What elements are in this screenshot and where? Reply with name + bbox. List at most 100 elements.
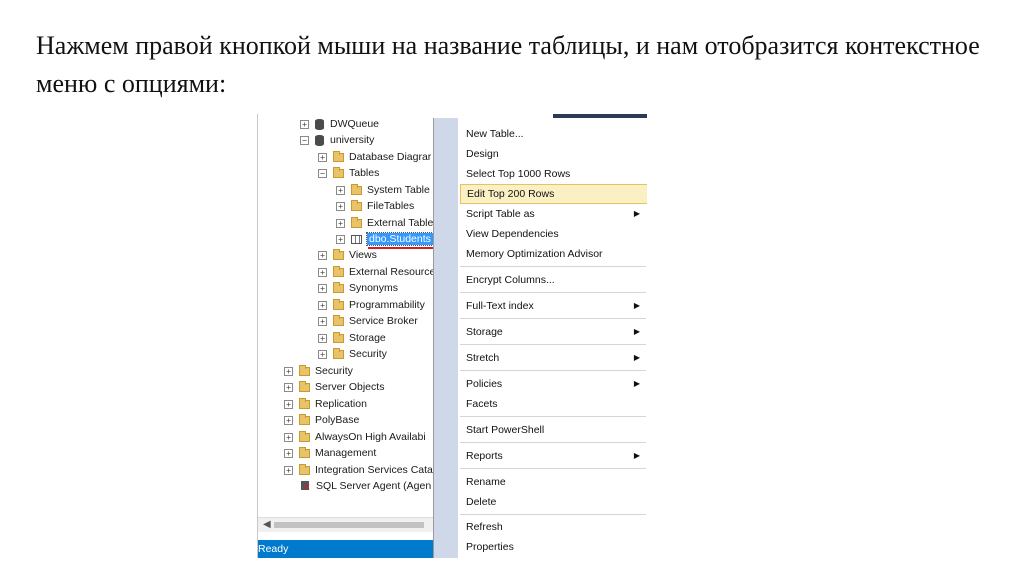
menu-item-label: Edit Top 200 Rows: [467, 188, 555, 200]
expand-icon[interactable]: +: [318, 283, 327, 293]
tree-node-dwqueue[interactable]: + DWQueue: [300, 116, 379, 132]
menu-separator: [460, 318, 646, 319]
expand-icon[interactable]: +: [336, 234, 345, 244]
expand-icon[interactable]: +: [336, 185, 345, 195]
tree-node-label: Security: [349, 348, 387, 360]
scroll-left-icon[interactable]: ◀: [263, 519, 271, 530]
menu-item-design[interactable]: Design: [458, 144, 647, 164]
slide-text: Нажмем правой кнопкой мыши на название т…: [36, 31, 980, 98]
tree-node-tables[interactable]: − Tables: [318, 165, 379, 181]
expand-icon[interactable]: +: [284, 465, 293, 475]
menu-item-label: Storage: [466, 326, 503, 338]
folder-icon: [299, 430, 310, 442]
expand-icon[interactable]: +: [284, 382, 293, 392]
expand-icon[interactable]: +: [318, 349, 327, 359]
submenu-arrow-icon: ▶: [633, 451, 640, 460]
menu-item-full-text-index[interactable]: Full-Text index ▶: [458, 296, 647, 316]
menu-separator: [460, 416, 646, 417]
menu-item-reports[interactable]: Reports ▶: [458, 446, 647, 466]
expand-icon[interactable]: +: [318, 250, 327, 260]
folder-icon: [299, 413, 310, 425]
tree-node-synonyms[interactable]: + Synonyms: [318, 280, 398, 296]
menu-item-view-dependencies[interactable]: View Dependencies: [458, 224, 647, 244]
tree-node-university[interactable]: − university: [300, 132, 374, 148]
collapse-icon[interactable]: −: [318, 168, 327, 178]
menu-separator: [460, 266, 646, 267]
menu-separator: [460, 344, 646, 345]
menu-item-label: Policies: [466, 378, 503, 390]
tree-node-label: System Table: [367, 184, 430, 196]
expand-icon[interactable]: +: [284, 366, 293, 376]
menu-item-storage[interactable]: Storage ▶: [458, 322, 647, 342]
tree-node-label: Database Diagrar: [349, 151, 432, 163]
expand-icon[interactable]: +: [284, 415, 293, 425]
tree-node-polybase[interactable]: + PolyBase: [284, 412, 359, 428]
menu-item-facets[interactable]: Facets: [458, 394, 647, 414]
tree-node-system-tables[interactable]: + System Table: [336, 182, 430, 198]
menu-item-policies[interactable]: Policies ▶: [458, 374, 647, 394]
tree-node-external-resources[interactable]: + External Resource: [318, 264, 435, 280]
tree-node-security[interactable]: + Security: [284, 363, 353, 379]
expand-icon[interactable]: +: [318, 152, 327, 162]
menu-item-start-powershell[interactable]: Start PowerShell: [458, 420, 647, 440]
expand-icon[interactable]: +: [336, 218, 345, 228]
tree-node-service-broker[interactable]: + Service Broker: [318, 313, 418, 329]
tree-node-server-objects[interactable]: + Server Objects: [284, 379, 384, 395]
folder-icon: [351, 199, 362, 211]
menu-item-label: Full-Text index: [466, 300, 534, 312]
tree-node-dbo-students[interactable]: + dbo.Students: [336, 231, 434, 247]
expand-icon[interactable]: +: [300, 119, 309, 129]
tree-node-database-diagrams[interactable]: + Database Diagrar: [318, 149, 431, 165]
menu-item-label: Facets: [466, 398, 498, 410]
menu-item-label: View Dependencies: [466, 228, 559, 240]
menu-item-label: Script Table as: [466, 208, 535, 220]
menu-gutter: [434, 118, 458, 558]
tree-node-label: Server Objects: [315, 381, 385, 393]
menu-item-edit-top-200[interactable]: Edit Top 200 Rows: [460, 184, 647, 204]
submenu-arrow-icon: ▶: [633, 209, 640, 218]
expand-icon[interactable]: +: [284, 399, 293, 409]
tree-node-label: Integration Services Cata: [315, 464, 433, 476]
expand-icon[interactable]: +: [318, 333, 327, 343]
menu-item-rename[interactable]: Rename: [458, 472, 647, 492]
menu-separator: [460, 292, 646, 293]
tree-node-views[interactable]: + Views: [318, 247, 377, 263]
menu-item-encrypt-columns[interactable]: Encrypt Columns...: [458, 270, 647, 290]
menu-item-stretch[interactable]: Stretch ▶: [458, 348, 647, 368]
tree-node-alwayson[interactable]: + AlwaysOn High Availabi: [284, 429, 426, 445]
expand-icon[interactable]: +: [336, 201, 345, 211]
expand-icon[interactable]: +: [318, 316, 327, 326]
expand-icon[interactable]: +: [318, 267, 327, 277]
tree-node-integration-services[interactable]: + Integration Services Cata: [284, 462, 433, 478]
menu-item-select-top-1000[interactable]: Select Top 1000 Rows: [458, 164, 647, 184]
tree-node-label: Management: [315, 447, 377, 459]
menu-item-properties[interactable]: Properties: [458, 537, 647, 557]
tree-node-external-tables[interactable]: + External Table: [336, 215, 433, 231]
menu-item-refresh[interactable]: Refresh: [458, 517, 647, 537]
expand-icon[interactable]: +: [284, 432, 293, 442]
menu-item-new-table[interactable]: New Table...: [458, 124, 647, 144]
scrollbar-thumb[interactable]: [274, 522, 424, 528]
submenu-arrow-icon: ▶: [633, 353, 640, 362]
menu-item-label: Design: [466, 148, 499, 160]
tree-node-replication[interactable]: + Replication: [284, 396, 367, 412]
tree-node-label: Tables: [349, 167, 380, 179]
tree-node-sql-server-agent[interactable]: SQL Server Agent (Agen: [300, 478, 431, 494]
tree-node-filetables[interactable]: + FileTables: [336, 198, 414, 214]
menu-item-memory-optimization-advisor[interactable]: Memory Optimization Advisor: [458, 244, 647, 264]
expand-icon[interactable]: +: [284, 448, 293, 458]
expand-icon[interactable]: +: [318, 300, 327, 310]
horizontal-scrollbar[interactable]: ◀: [258, 517, 434, 532]
tree-node-programmability[interactable]: + Programmability: [318, 297, 425, 313]
tree-node-storage[interactable]: + Storage: [318, 330, 386, 346]
context-menu: New Table... Design Select Top 1000 Rows…: [433, 118, 647, 558]
submenu-arrow-icon: ▶: [633, 327, 640, 336]
menu-item-delete[interactable]: Delete: [458, 492, 647, 512]
menu-separator: [460, 370, 646, 371]
collapse-icon[interactable]: −: [300, 135, 309, 145]
menu-item-label: Reports: [466, 450, 503, 462]
tree-node-security-db[interactable]: + Security: [318, 346, 387, 362]
tree-node-management[interactable]: + Management: [284, 445, 376, 461]
menu-item-script-table-as[interactable]: Script Table as ▶: [458, 204, 647, 224]
status-text: Ready: [258, 543, 289, 555]
